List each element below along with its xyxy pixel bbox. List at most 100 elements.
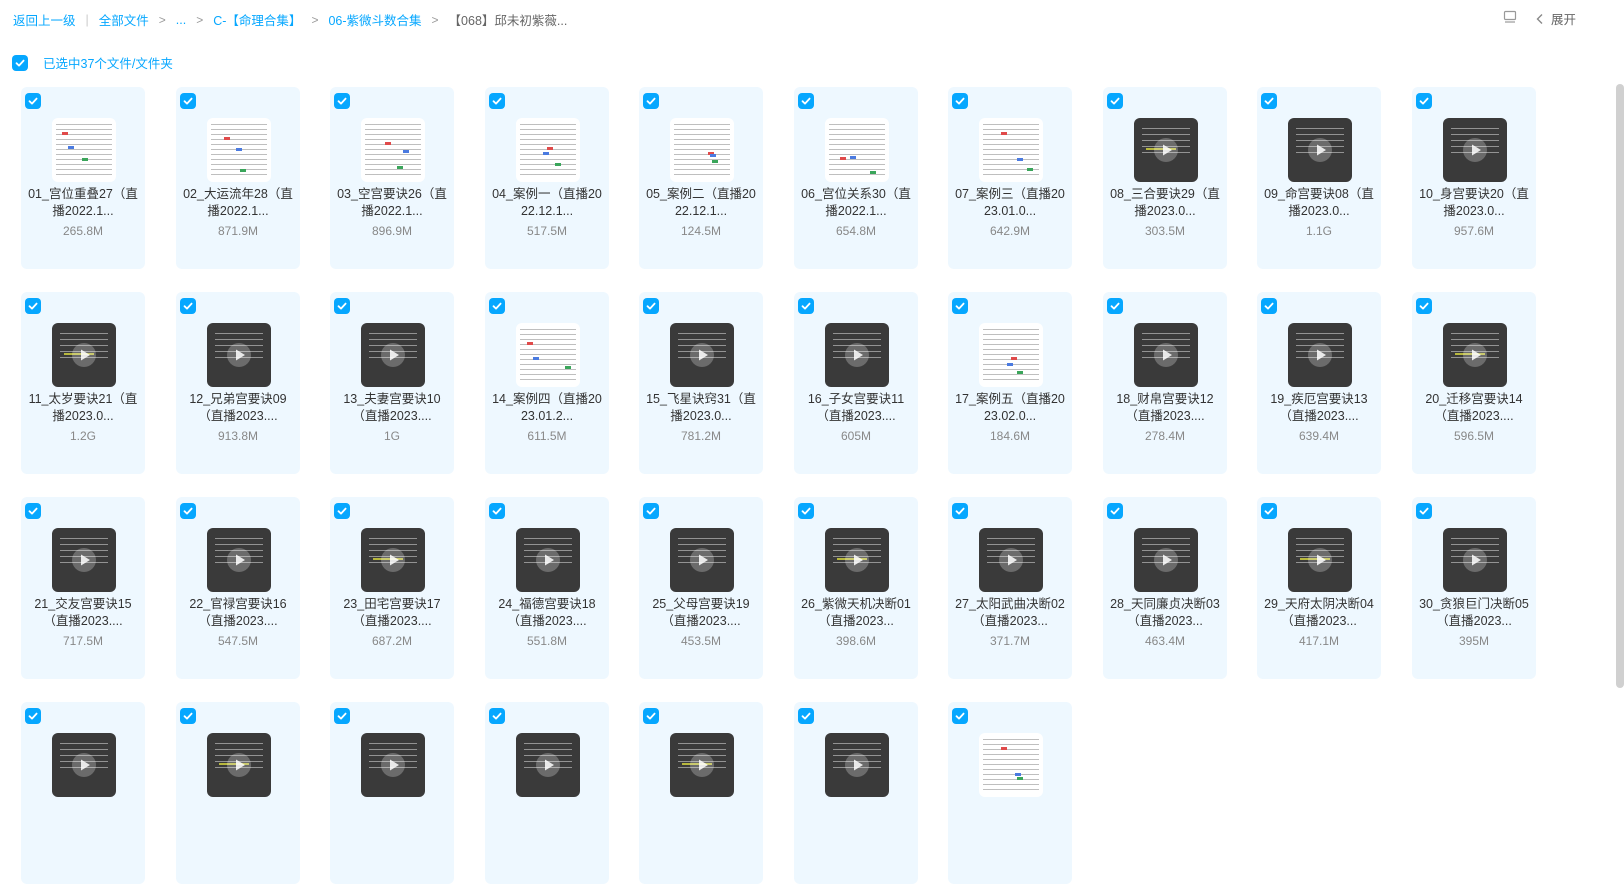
file-checkbox[interactable] — [952, 503, 968, 519]
file-card[interactable]: 04_案例一（直播2022.12.1... 517.5M — [485, 87, 609, 269]
file-checkbox[interactable] — [1416, 298, 1432, 314]
file-checkbox[interactable] — [1261, 503, 1277, 519]
file-card[interactable]: 25_父母宫要诀19（直播2023.... 453.5M — [639, 497, 763, 679]
breadcrumb-folder-2[interactable]: 06-紫微斗数合集 — [328, 10, 421, 29]
file-checkbox[interactable] — [798, 503, 814, 519]
file-card[interactable]: 23_田宅宫要诀17（直播2023.... 687.2M — [330, 497, 454, 679]
file-checkbox[interactable] — [334, 503, 350, 519]
file-card[interactable]: 12_兄弟宫要诀09（直播2023.... 913.8M — [176, 292, 300, 474]
file-card[interactable]: 13_夫妻宫要诀10（直播2023.... 1G — [330, 292, 454, 474]
file-checkbox[interactable] — [1107, 503, 1123, 519]
list-view-icon[interactable] — [1503, 10, 1517, 27]
file-checkbox[interactable] — [952, 93, 968, 109]
file-checkbox[interactable] — [334, 298, 350, 314]
video-thumbnail — [670, 528, 734, 592]
file-card[interactable]: 27_太阳武曲决断02（直播2023... 371.7M — [948, 497, 1072, 679]
file-card[interactable]: 10_身宫要诀20（直播2023.0... 957.6M — [1412, 87, 1536, 269]
file-checkbox[interactable] — [1416, 93, 1432, 109]
video-thumbnail — [361, 528, 425, 592]
file-card[interactable] — [21, 702, 145, 884]
file-size: 1.1G — [1305, 224, 1332, 238]
file-checkbox[interactable] — [334, 93, 350, 109]
back-link[interactable]: 返回上一级 — [13, 10, 76, 29]
file-card[interactable]: 09_命宫要诀08（直播2023.0... 1.1G — [1257, 87, 1381, 269]
file-card[interactable] — [948, 702, 1072, 884]
file-checkbox[interactable] — [798, 708, 814, 724]
file-card[interactable]: 08_三合要诀29（直播2023.0... 303.5M — [1103, 87, 1227, 269]
file-card[interactable] — [330, 702, 454, 884]
file-checkbox[interactable] — [25, 503, 41, 519]
file-checkbox[interactable] — [180, 298, 196, 314]
file-card[interactable]: 21_交友宫要诀15（直播2023.... 717.5M — [21, 497, 145, 679]
breadcrumb-all-files[interactable]: 全部文件 — [99, 10, 149, 29]
file-checkbox[interactable] — [643, 708, 659, 724]
select-all-checkbox[interactable] — [12, 54, 28, 71]
check-icon — [183, 712, 193, 720]
file-size: 1G — [383, 429, 400, 443]
file-card[interactable]: 20_迁移宫要诀14（直播2023.... 596.5M — [1412, 292, 1536, 474]
file-card[interactable] — [485, 702, 609, 884]
file-card[interactable]: 14_案例四（直播2023.01.2... 611.5M — [485, 292, 609, 474]
file-checkbox[interactable] — [643, 298, 659, 314]
scrollbar[interactable] — [1616, 84, 1624, 688]
expand-label: 展开 — [1550, 13, 1576, 27]
file-checkbox[interactable] — [489, 93, 505, 109]
file-card[interactable]: 17_案例五（直播2023.02.0... 184.6M — [948, 292, 1072, 474]
file-card[interactable]: 01_宫位重叠27（直播2022.1... 265.8M — [21, 87, 145, 269]
file-checkbox[interactable] — [25, 93, 41, 109]
file-checkbox[interactable] — [180, 503, 196, 519]
file-card[interactable]: 02_大运流年28（直播2022.1... 871.9M — [176, 87, 300, 269]
file-card[interactable]: 06_宫位关系30（直播2022.1... 654.8M — [794, 87, 918, 269]
check-icon — [28, 712, 38, 720]
file-checkbox[interactable] — [25, 298, 41, 314]
file-size: 781.2M — [680, 429, 722, 443]
video-thumbnail — [825, 733, 889, 797]
file-checkbox[interactable] — [180, 93, 196, 109]
file-checkbox[interactable] — [643, 503, 659, 519]
expand-button[interactable]: 展开 — [1535, 9, 1576, 28]
document-thumbnail — [979, 118, 1043, 182]
file-name: 12_兄弟宫要诀09（直播2023.... — [189, 392, 287, 423]
file-checkbox[interactable] — [334, 708, 350, 724]
file-checkbox[interactable] — [643, 93, 659, 109]
file-card[interactable]: 15_飞星诀窍31（直播2023.0... 781.2M — [639, 292, 763, 474]
file-checkbox[interactable] — [25, 708, 41, 724]
check-icon — [1419, 97, 1429, 105]
file-checkbox[interactable] — [952, 708, 968, 724]
file-card[interactable]: 11_太岁要诀21（直播2023.0... 1.2G — [21, 292, 145, 474]
file-size: 871.9M — [217, 224, 259, 238]
file-card[interactable]: 26_紫微天机决断01（直播2023... 398.6M — [794, 497, 918, 679]
file-checkbox[interactable] — [1416, 503, 1432, 519]
file-card[interactable]: 03_空宫要诀26（直播2022.1... 896.9M — [330, 87, 454, 269]
breadcrumb-folder-1[interactable]: C-【命理合集】 — [213, 10, 301, 29]
file-checkbox[interactable] — [489, 503, 505, 519]
file-card[interactable]: 18_财帛宫要诀12（直播2023.... 278.4M — [1103, 292, 1227, 474]
file-checkbox[interactable] — [489, 708, 505, 724]
file-card[interactable] — [176, 702, 300, 884]
file-card[interactable] — [639, 702, 763, 884]
file-checkbox[interactable] — [798, 93, 814, 109]
file-card[interactable]: 29_天府太阴决断04（直播2023... 417.1M — [1257, 497, 1381, 679]
file-card[interactable]: 16_子女宫要诀11（直播2023.... 605M — [794, 292, 918, 474]
file-name: 28_天同廉贞决断03（直播2023... — [1110, 597, 1220, 628]
file-card[interactable]: 28_天同廉贞决断03（直播2023... 463.4M — [1103, 497, 1227, 679]
file-checkbox[interactable] — [1261, 298, 1277, 314]
file-checkbox[interactable] — [1107, 93, 1123, 109]
check-icon — [801, 507, 811, 515]
file-checkbox[interactable] — [180, 708, 196, 724]
file-card[interactable]: 05_案例二（直播2022.12.1... 124.5M — [639, 87, 763, 269]
file-checkbox[interactable] — [1107, 298, 1123, 314]
file-checkbox[interactable] — [952, 298, 968, 314]
file-card[interactable]: 22_官禄宫要诀16（直播2023.... 547.5M — [176, 497, 300, 679]
file-card[interactable]: 19_疾厄宫要诀13（直播2023.... 639.4M — [1257, 292, 1381, 474]
file-card[interactable]: 07_案例三（直播2023.01.0... 642.9M — [948, 87, 1072, 269]
file-size: 605M — [840, 429, 872, 443]
file-checkbox[interactable] — [1261, 93, 1277, 109]
file-card[interactable]: 30_贪狼巨门决断05（直播2023... 395M — [1412, 497, 1536, 679]
file-checkbox[interactable] — [798, 298, 814, 314]
file-card[interactable] — [794, 702, 918, 884]
play-icon — [999, 548, 1023, 572]
file-card[interactable]: 24_福德宫要诀18（直播2023.... 551.8M — [485, 497, 609, 679]
file-checkbox[interactable] — [489, 298, 505, 314]
breadcrumb-ellipsis[interactable]: ... — [176, 13, 186, 27]
